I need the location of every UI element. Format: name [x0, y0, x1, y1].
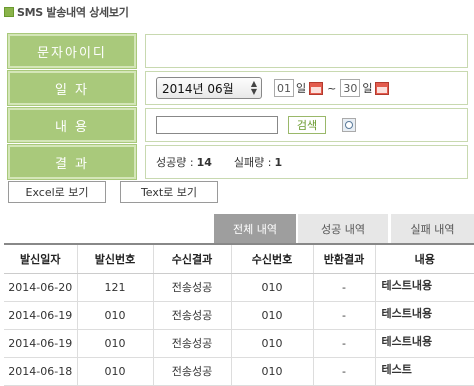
- table-row[interactable]: 2014-06-19 010 전송성공 010 - 테스트내용: [4, 329, 474, 358]
- cell-sender-number: 010: [77, 301, 154, 330]
- title-bullet-icon: [4, 7, 14, 17]
- cell-receiver-number: 010: [231, 273, 314, 302]
- page-title: SMS 발송내역 상세보기: [17, 6, 129, 19]
- cell-return-result: -: [313, 329, 376, 358]
- cell-receive-result: 전송성공: [153, 329, 232, 358]
- cell-content: 테스트: [375, 357, 474, 386]
- day-from-unit: 일: [296, 82, 307, 95]
- col-header-sender-number: 발신번호: [77, 243, 154, 274]
- tab-success[interactable]: 성공 내역: [298, 214, 388, 243]
- cell-receiver-number: 010: [231, 329, 314, 358]
- page-header: SMS 발송내역 상세보기: [4, 4, 129, 20]
- cell-content: 테스트내용: [375, 329, 474, 358]
- success-count: 14: [196, 155, 212, 169]
- col-header-send-date: 발신일자: [4, 243, 78, 274]
- cell-content: 테스트내용: [375, 301, 474, 330]
- table-row[interactable]: 2014-06-18 010 전송성공 010 - 테스트: [4, 357, 474, 386]
- excel-export-button[interactable]: Excel로 보기: [8, 181, 106, 203]
- cell-return-result: -: [313, 357, 376, 386]
- calendar-icon[interactable]: [375, 81, 390, 95]
- cell-receiver-number: 010: [231, 301, 314, 330]
- calendar-icon[interactable]: [309, 81, 324, 95]
- range-separator: ~: [327, 81, 337, 95]
- cell-receiver-number: 010: [231, 357, 314, 386]
- month-select-value: 2014년 06월: [162, 81, 234, 96]
- day-to-unit: 일: [362, 82, 373, 95]
- col-header-receiver-number: 수신번호: [231, 243, 314, 274]
- search-button[interactable]: 검색: [288, 116, 326, 134]
- content-cell: 검색: [145, 108, 468, 142]
- success-label: 성공량 :: [156, 156, 194, 169]
- cell-send-date: 2014-06-19: [4, 329, 78, 358]
- select-arrows-icon: ▲ ▼: [250, 79, 257, 96]
- result-row: 결 과 성공량 : 14 실패량 : 1: [7, 144, 468, 180]
- sender-id-label: 문자아이디: [7, 33, 137, 69]
- cell-receive-result: 전송성공: [153, 273, 232, 302]
- table-header-row: 발신일자 발신번호 수신결과 수신번호 반환결과 내용: [4, 243, 474, 274]
- cell-receive-result: 전송성공: [153, 301, 232, 330]
- cell-content: 테스트내용: [375, 273, 474, 302]
- send-history-table: 발신일자 발신번호 수신결과 수신번호 반환결과 내용 2014-06-20 1…: [4, 243, 474, 386]
- result-label: 결 과: [7, 144, 137, 180]
- content-row: 내 용 검색: [7, 107, 468, 143]
- col-header-receive-result: 수신결과: [153, 243, 232, 274]
- date-label: 일 자: [7, 70, 137, 106]
- cell-return-result: -: [313, 301, 376, 330]
- content-input[interactable]: [156, 116, 278, 134]
- col-header-content: 내용: [375, 243, 474, 274]
- month-select[interactable]: 2014년 06월 ▲ ▼: [156, 77, 262, 99]
- cell-receive-result: 전송성공: [153, 357, 232, 386]
- day-to-input[interactable]: 30: [340, 79, 361, 97]
- tab-fail[interactable]: 실패 내역: [391, 214, 474, 243]
- text-export-button[interactable]: Text로 보기: [120, 181, 218, 203]
- content-label: 내 용: [7, 107, 137, 143]
- cell-sender-number: 010: [77, 329, 154, 358]
- col-header-return-result: 반환결과: [313, 243, 376, 274]
- date-cell: 2014년 06월 ▲ ▼ 01 일 ~ 30 일: [145, 71, 468, 105]
- sender-id-value: [145, 34, 468, 68]
- cell-send-date: 2014-06-20: [4, 273, 78, 302]
- cell-sender-number: 010: [77, 357, 154, 386]
- cell-sender-number: 121: [77, 273, 154, 302]
- date-row: 일 자 2014년 06월 ▲ ▼ 01 일 ~ 30 일: [7, 70, 468, 106]
- cell-return-result: -: [313, 273, 376, 302]
- fail-count: 1: [274, 155, 283, 169]
- fail-label: 실패량 :: [233, 156, 272, 169]
- cell-send-date: 2014-06-19: [4, 301, 78, 330]
- help-icon[interactable]: [342, 118, 356, 132]
- table-row[interactable]: 2014-06-20 121 전송성공 010 - 테스트내용: [4, 273, 474, 302]
- tab-all[interactable]: 전체 내역: [214, 214, 296, 243]
- sender-id-row: 문자아이디: [7, 33, 468, 69]
- day-from-input[interactable]: 01: [274, 79, 294, 97]
- result-cell: 성공량 : 14 실패량 : 1: [145, 145, 468, 179]
- cell-send-date: 2014-06-18: [4, 357, 78, 386]
- table-row[interactable]: 2014-06-19 010 전송성공 010 - 테스트내용: [4, 301, 474, 330]
